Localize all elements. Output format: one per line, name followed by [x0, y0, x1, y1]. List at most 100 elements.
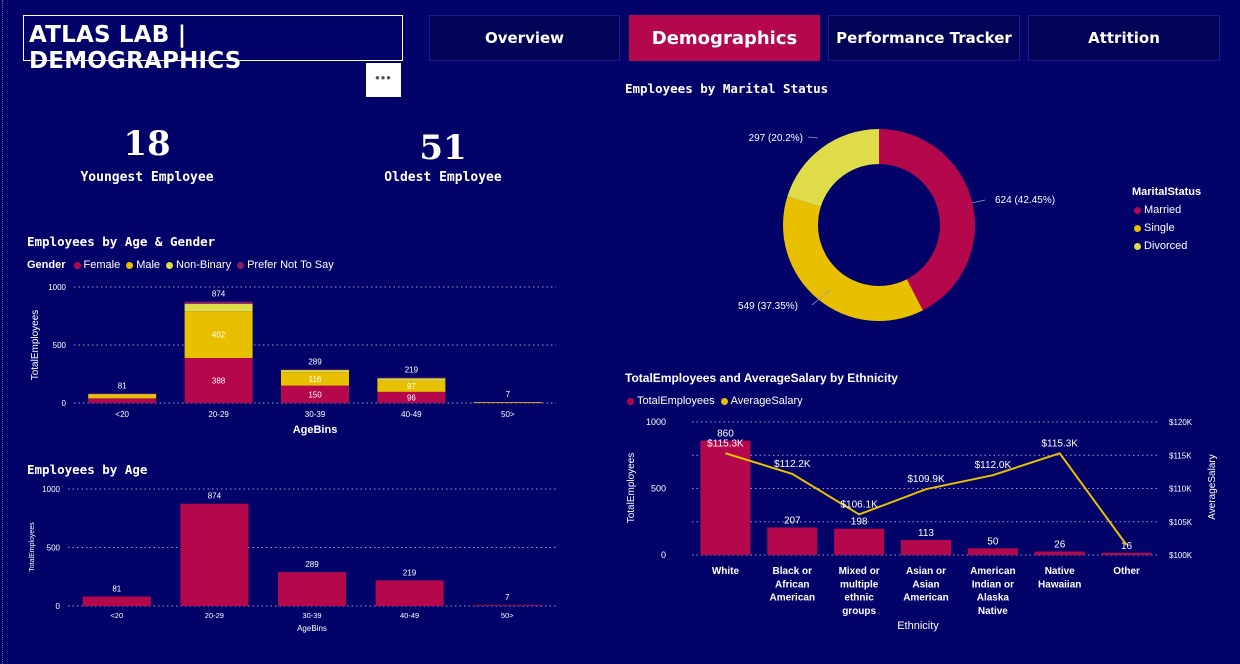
- y-tick-label: 0: [56, 602, 61, 611]
- salary-data-label: $112.0K: [975, 460, 1012, 471]
- x-tick-label: Indian or: [972, 579, 1014, 590]
- donut-data-label: 549 (37.35%): [738, 301, 798, 312]
- total-data-label: 7: [506, 390, 511, 399]
- bar-segment-prefer-not-to-say: [88, 393, 157, 395]
- y-tick-label: 1000: [42, 485, 60, 494]
- total-data-label: 219: [405, 366, 419, 375]
- bar-segment-prefer-not-to-say: [377, 377, 446, 379]
- x-axis-label: AgeBins: [293, 424, 338, 436]
- total-data-label: 289: [308, 357, 322, 366]
- age-bar: [180, 503, 249, 606]
- x-tick-label: ethnic: [844, 593, 874, 604]
- segment-data-label: 388: [212, 376, 226, 385]
- bar-data-label: 113: [918, 528, 934, 539]
- salary-data-label: $115.3K: [707, 438, 744, 449]
- x-tick-label: <20: [110, 611, 123, 620]
- x-tick-label: American: [903, 593, 949, 604]
- x-tick-label: 50>: [501, 410, 515, 419]
- y-tick-label: 500: [47, 544, 61, 553]
- x-tick-label: American: [769, 593, 815, 604]
- y-axis-label-left: TotalEmployees: [626, 453, 637, 524]
- bar-data-label: 874: [208, 492, 222, 501]
- x-tick-label: American: [970, 566, 1016, 577]
- x-tick-label: 20-29: [208, 410, 229, 419]
- segment-data-label: 116: [309, 375, 322, 384]
- bar-segment-non-binary: [184, 303, 253, 312]
- donut-slice-married: [879, 129, 976, 311]
- x-tick-label: Alaska: [977, 593, 1010, 604]
- segment-data-label: 96: [407, 393, 416, 402]
- donut-leader-line: [971, 199, 986, 204]
- x-tick-label: Native: [1045, 566, 1075, 577]
- x-tick-label: 50>: [501, 611, 514, 620]
- total-data-label: 81: [118, 382, 127, 391]
- x-axis-label: AgeBins: [297, 624, 327, 633]
- donut-slice-single: [783, 196, 923, 322]
- ethnicity-bar: [1034, 551, 1085, 555]
- salary-data-label: $112.2K: [774, 459, 811, 470]
- x-tick-label: 30-39: [302, 611, 321, 620]
- age-bar: [473, 605, 542, 606]
- donut-data-label: 624 (42.45%): [995, 195, 1055, 206]
- bar-data-label: 81: [112, 585, 121, 594]
- charts-canvas: 10005000TotalEmployees81<2038840287420-2…: [29, 129, 1218, 633]
- age-bar: [278, 572, 346, 606]
- y-axis-label-right: AverageSalary: [1207, 454, 1218, 519]
- bar-segment-non-binary: [377, 378, 446, 381]
- ethnicity-bar: [834, 528, 885, 555]
- ethnicity-bar: [967, 548, 1018, 555]
- y-tick-label: 0: [62, 399, 67, 408]
- y2-tick-label: $100K: [1169, 551, 1193, 560]
- x-tick-label: African: [775, 579, 809, 590]
- x-tick-label: Mixed or: [839, 566, 880, 577]
- x-tick-label: groups: [842, 606, 876, 617]
- bar-data-label: 289: [305, 560, 319, 569]
- segment-data-label: 150: [308, 390, 322, 399]
- x-tick-label: Other: [1113, 566, 1140, 577]
- age-bar: [375, 580, 444, 606]
- y2-tick-label: $110K: [1169, 485, 1192, 494]
- segment-data-label: 402: [212, 331, 226, 340]
- x-tick-label: 20-29: [205, 611, 224, 620]
- ethnicity-bar: [767, 527, 818, 555]
- y2-tick-label: $120K: [1169, 418, 1193, 427]
- bar-segment-non-binary: [473, 402, 542, 403]
- bar-data-label: 16: [1121, 541, 1133, 552]
- bar-segment-male: [88, 394, 157, 399]
- x-tick-label: multiple: [840, 579, 879, 590]
- donut-leader-line: [807, 136, 819, 139]
- x-tick-label: 30-39: [305, 410, 326, 419]
- age-bar: [82, 596, 151, 606]
- y-axis-label: TotalEmployees: [29, 522, 36, 572]
- y2-tick-label: $105K: [1169, 518, 1193, 527]
- y-tick-label: 1000: [48, 283, 66, 292]
- x-tick-label: Native: [978, 606, 1008, 617]
- donut-data-label: 297 (20.2%): [749, 133, 803, 144]
- y-tick-label: 1000: [646, 417, 666, 427]
- ethnicity-bar: [1101, 552, 1152, 555]
- bar-data-label: 26: [1054, 540, 1066, 551]
- x-tick-label: Asian or: [906, 566, 946, 577]
- x-tick-label: Hawaiian: [1038, 579, 1081, 590]
- bar-data-label: 50: [987, 536, 999, 547]
- x-tick-label: 40-49: [400, 611, 419, 620]
- salary-data-label: $115.3K: [1041, 438, 1078, 449]
- y2-tick-label: $115K: [1169, 451, 1192, 460]
- x-axis-label: Ethnicity: [897, 620, 939, 632]
- bar-segment-prefer-not-to-say: [184, 301, 253, 304]
- y-axis-label: TotalEmployees: [30, 310, 41, 381]
- bar-data-label: 7: [505, 593, 510, 602]
- salary-data-label: $109.9K: [907, 474, 945, 485]
- x-tick-label: <20: [115, 410, 129, 419]
- segment-data-label: 97: [407, 382, 416, 391]
- ethnicity-bar: [901, 539, 951, 555]
- x-tick-label: Asian: [912, 579, 939, 590]
- total-data-label: 874: [212, 290, 226, 299]
- x-tick-label: 40-49: [401, 410, 422, 419]
- bar-data-label: 198: [851, 517, 868, 528]
- bar-data-label: 207: [784, 515, 801, 526]
- x-tick-label: Black or: [773, 566, 813, 577]
- bar-segment-non-binary: [281, 370, 349, 373]
- salary-data-label: $106.1K: [841, 499, 879, 510]
- bar-segment-prefer-not-to-say: [281, 369, 349, 371]
